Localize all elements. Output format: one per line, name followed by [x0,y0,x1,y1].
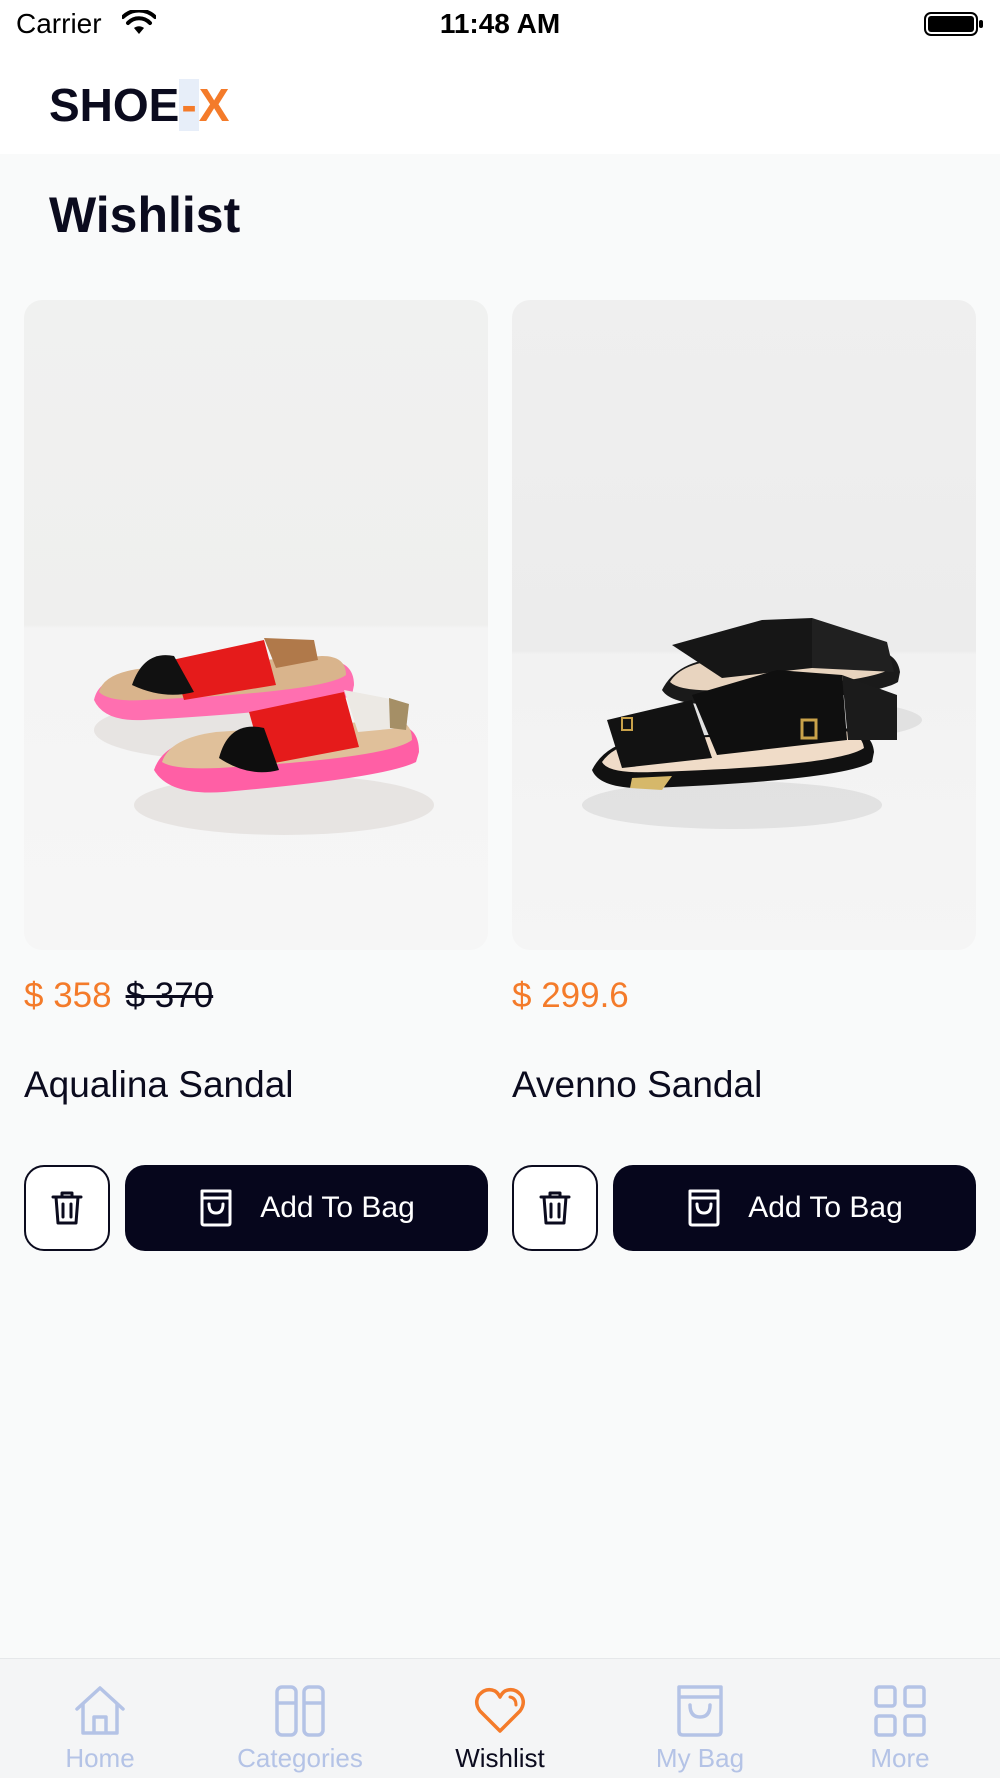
home-icon [75,1686,125,1735]
add-to-bag-label: Add To Bag [260,1191,415,1224]
tab-more[interactable]: More [800,1659,1000,1778]
page-title: Wishlist [49,187,241,243]
tab-label: Wishlist [455,1743,545,1773]
grid-icon [874,1685,926,1737]
tab-categories[interactable]: Categories [200,1659,400,1778]
tab-label: Home [65,1743,135,1773]
product-image[interactable] [24,300,488,950]
product-card: $ 358 $ 370 Aqualina Sandal Add To Bag [24,300,488,1251]
tab-my-bag[interactable]: My Bag [600,1659,800,1778]
tab-home[interactable]: Home [0,1659,200,1778]
price-row: $ 358 $ 370 [24,976,213,1016]
sandal-image-red-pink [94,638,434,835]
tab-label: More [870,1743,930,1773]
add-to-bag-label: Add To Bag [748,1191,903,1224]
status-bar: Carrier 11:48 AM [0,0,1000,50]
tab-label: Categories [237,1743,363,1773]
categories-icon [275,1685,325,1737]
clock: 11:48 AM [439,8,561,39]
battery-icon [924,12,983,36]
price-row: $ 299.6 [512,976,629,1016]
remove-from-wishlist-button[interactable] [512,1165,598,1251]
bag-icon [677,1685,723,1737]
add-to-bag-button[interactable]: Add To Bag [125,1165,488,1251]
add-to-bag-button[interactable]: Add To Bag [613,1165,976,1251]
tab-wishlist[interactable]: Wishlist [400,1659,600,1778]
product-card: $ 299.6 Avenno Sandal Add To Bag [512,300,976,1251]
current-price: $ 299.6 [512,976,629,1015]
shopping-bag-icon [688,1189,720,1227]
app-header: SHOE-X [0,50,1000,154]
wishlist-content: Wishlist $ 358 $ 370 Aqualina Sandal Add… [0,154,1000,1658]
current-price: $ 358 [24,976,112,1015]
app-logo[interactable]: SHOE-X [49,78,229,132]
product-name: Avenno Sandal [512,1064,763,1105]
remove-from-wishlist-button[interactable] [24,1165,110,1251]
sandal-image-black [582,618,922,829]
bottom-tab-bar: Home Categories Wishlist My Bag More [0,1658,1000,1778]
tab-label: My Bag [655,1743,745,1773]
shopping-bag-icon [200,1189,232,1227]
product-name: Aqualina Sandal [24,1064,294,1105]
heart-icon [475,1687,525,1733]
product-image[interactable] [512,300,976,950]
trash-icon [51,1191,83,1225]
original-price: $ 370 [125,976,214,1015]
trash-icon [539,1191,571,1225]
